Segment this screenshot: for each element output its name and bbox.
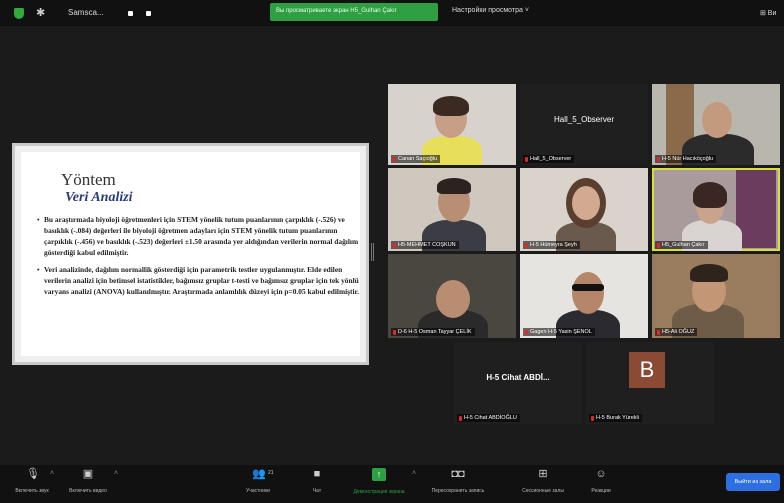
slide-bullet: Bu araştırmada biyoloji öğretmenleri içi…	[37, 214, 359, 258]
participant-name: H5_Gulhan Çakır	[655, 241, 708, 249]
participant-name: H-5 Nür Hacıköçoğlu	[655, 155, 717, 163]
view-options-dropdown[interactable]: Настройки просмотра ˅	[452, 7, 529, 14]
participant-tile-active-speaker[interactable]: H5_Gulhan Çakır	[652, 168, 780, 251]
mic-muted-icon	[657, 329, 660, 335]
participant-name: H-5 Hümeyra Şeyh	[523, 241, 580, 249]
host-name: Samsca...	[68, 8, 104, 17]
mic-muted-icon	[459, 415, 462, 421]
participant-video	[572, 284, 604, 291]
participant-name: Canan Saçıoğlu	[391, 155, 441, 163]
participant-tile[interactable]: D-6 H-5 Osman Tayyar ÇELİK	[388, 254, 516, 338]
share-screen-button[interactable]: ↑ ˄ Демонстрация экрана	[344, 468, 416, 495]
participant-tile[interactable]: H5-MEHMET COŞKUN	[388, 168, 516, 251]
participant-tile[interactable]: B H-5 Burak Yürekli	[586, 342, 714, 424]
mic-muted-icon	[393, 156, 396, 162]
participants-count: 21	[268, 470, 274, 476]
video-camera-off-icon: ▣	[82, 468, 94, 480]
leave-meeting-button[interactable]: Выйти из зала	[726, 473, 780, 491]
screen-share-banner: Вы просматриваете экран H5_Gulhan Çakır	[270, 3, 438, 21]
window-icon[interactable]	[128, 11, 133, 16]
resize-handle[interactable]	[371, 243, 374, 261]
participant-avatar: B	[629, 352, 665, 388]
top-bar: ✱ Samsca... Вы просматриваете экран H5_G…	[0, 0, 784, 26]
participant-video	[690, 264, 728, 282]
reactions-button[interactable]: ☺ Реакции	[588, 468, 614, 494]
slide-content: Yöntem Veri Analizi Bu araştırmada biyol…	[21, 152, 360, 356]
participant-video	[736, 170, 776, 248]
participant-tile[interactable]: Gagen H-5 Yasin ŞENOL	[520, 254, 648, 338]
participant-display-name: H-5 Cihat ABDİ...	[486, 373, 550, 383]
participant-name: H5-Ali OĞUZ	[655, 328, 698, 336]
record-icon: ◘◘	[451, 468, 465, 480]
participant-name: Gagen H-5 Yasin ŞENOL	[523, 328, 595, 336]
chat-bubble-icon: ■	[313, 468, 321, 480]
window-icon[interactable]	[146, 11, 151, 16]
shield-icon[interactable]	[14, 8, 24, 19]
participants-button[interactable]: 👥 21 Участники	[238, 468, 278, 494]
participant-tile[interactable]: Canan Saçıoğlu	[388, 84, 516, 165]
reaction-emoji-icon: ☺	[595, 468, 607, 480]
mic-muted-icon	[525, 242, 528, 248]
share-screen-icon: ↑	[372, 468, 386, 481]
mic-muted-icon	[393, 242, 396, 248]
mic-muted-icon	[393, 329, 396, 335]
participant-tile[interactable]: H-5 Nür Hacıköçoğlu	[652, 84, 780, 165]
participant-name: H-5 Cihat ABDİOĞLU	[457, 414, 520, 422]
participant-name: Hall_5_Observer	[523, 155, 575, 163]
chevron-up-icon[interactable]: ˄	[50, 470, 54, 477]
breakout-rooms-icon: ⊞	[538, 468, 548, 480]
mic-muted-icon	[657, 156, 660, 162]
slide-subtitle: Veri Analizi	[65, 190, 133, 205]
participant-tile[interactable]: H-5 Cihat ABDİ... H-5 Cihat ABDİOĞLU	[454, 342, 582, 424]
participant-name: D-6 H-5 Osman Tayyar ÇELİK	[391, 328, 475, 336]
chevron-up-icon[interactable]: ˄	[412, 470, 416, 477]
chat-button[interactable]: ■ Чат	[305, 468, 329, 494]
participant-video	[436, 280, 470, 318]
chevron-up-icon[interactable]: ˄	[114, 470, 118, 477]
meeting-toolbar: 🎙 ˄ Включить звук ▣ ˄ Включить видео 👥 2…	[0, 465, 784, 503]
mic-muted-icon	[657, 242, 660, 248]
microphone-muted-icon: 🎙	[26, 468, 40, 480]
breakout-rooms-button[interactable]: ⊞ Сессионные залы	[515, 468, 571, 494]
participants-icon: 👥	[252, 468, 266, 480]
unmute-button[interactable]: 🎙 ˄ Включить звук	[12, 468, 54, 494]
participant-tile[interactable]: H5-Ali OĞUZ	[652, 254, 780, 338]
participant-video	[433, 96, 469, 116]
slide-bullet: Veri analizinde, dağılım normallik göste…	[37, 264, 359, 297]
gear-icon[interactable]: ✱	[36, 7, 48, 19]
slide-bullet-list: Bu araştırmada biyoloji öğretmenleri içi…	[37, 214, 359, 303]
participant-video	[702, 102, 732, 138]
mic-muted-icon	[591, 415, 594, 421]
participant-video	[572, 186, 600, 220]
participant-video	[572, 272, 604, 314]
slide-title: Yöntem	[61, 170, 116, 189]
start-video-button[interactable]: ▣ ˄ Включить видео	[66, 468, 118, 494]
participant-name: H-5 Burak Yürekli	[589, 414, 642, 422]
participant-name: H5-MEHMET COŞKUN	[391, 241, 459, 249]
record-button[interactable]: ◘◘ Пересохранить запись	[424, 468, 492, 494]
participant-tile[interactable]: Hall_5_Observer Hall_5_Observer	[520, 84, 648, 165]
mic-muted-icon	[525, 329, 528, 335]
participant-display-name: Hall_5_Observer	[553, 114, 615, 124]
mic-muted-icon	[525, 156, 528, 162]
participant-tile[interactable]: H-5 Hümeyra Şeyh	[520, 168, 648, 251]
shared-screen-slide: Yöntem Veri Analizi Bu araştırmada biyol…	[12, 143, 369, 365]
participant-video	[437, 178, 471, 194]
zoom-meeting-window: ✱ Samsca... Вы просматриваете экран H5_G…	[0, 0, 784, 503]
participant-video	[693, 182, 727, 208]
view-button[interactable]: ⊞ Ви	[760, 9, 776, 17]
